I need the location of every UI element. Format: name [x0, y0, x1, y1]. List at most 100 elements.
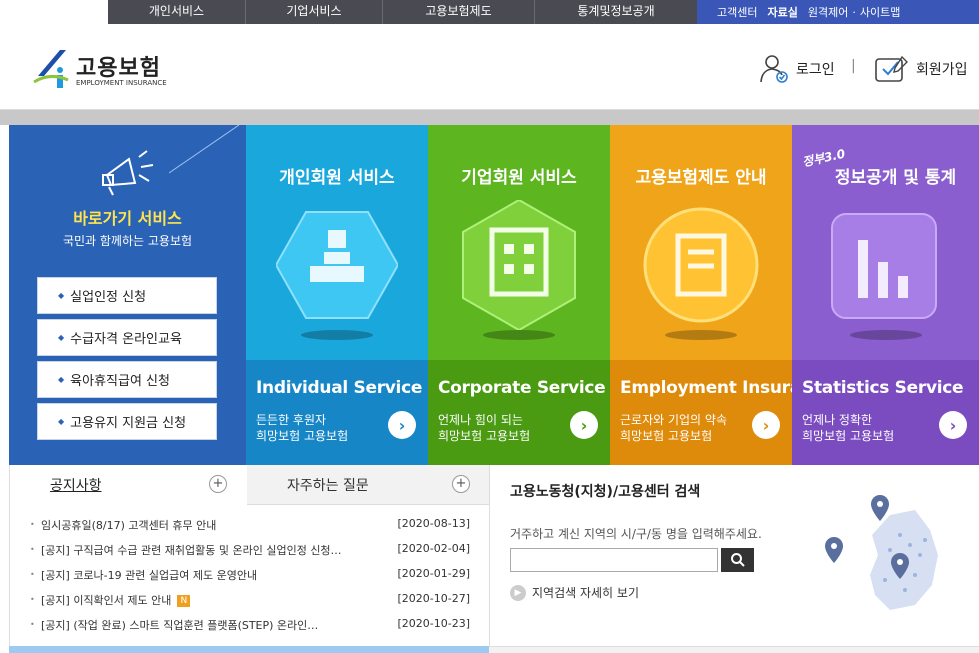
notice-item[interactable]: • [공지] (작업 완료) 스마트 직업훈련 플랫폼(STEP) 온라인… […: [30, 617, 470, 642]
auth-separator: |: [851, 58, 856, 74]
notice-item[interactable]: • [공지] 코로나-19 관련 실업급여 제도 운영안내 [2020-01-2…: [30, 567, 470, 592]
tab-notice[interactable]: 공지사항 +: [10, 465, 247, 505]
quick-btn-online-education[interactable]: ◆ 수급자격 온라인교육: [37, 319, 217, 356]
quick-btn-unemployment-cert[interactable]: ◆ 실업인정 신청: [37, 277, 217, 314]
service-desc-2: 희망보험 고용보험: [802, 429, 895, 443]
notice-title: [공지] 코로나-19 관련 실업급여 제도 운영안내: [41, 569, 258, 582]
plus-icon[interactable]: +: [209, 475, 227, 493]
bullet-icon: •: [30, 620, 35, 629]
notice-title: [공지] (작업 완료) 스마트 직업훈련 플랫폼(STEP) 온라인…: [41, 619, 319, 632]
main-menu: 개인서비스 기업서비스 고용보험제도 통계및정보공개: [108, 0, 697, 24]
service-en-title: Statistics Service: [802, 378, 964, 398]
service-desc-2: 희망보험 고용보험: [438, 429, 531, 443]
notice-item[interactable]: • 임시공휴일(8/17) 고객센터 휴무 안내 [2020-08-13]: [30, 517, 470, 542]
detail-search-label: 지역검색 자세히 보기: [532, 586, 639, 600]
service-title: 개인회원 서비스: [279, 168, 395, 188]
search-title: 고용노동청(지청)/고용센터 검색: [510, 484, 701, 500]
quick-btn-employment-retention[interactable]: ◆ 고용유지 지원금 신청: [37, 403, 217, 440]
bottom-strip: [9, 646, 979, 653]
service-title: 기업회원 서비스: [461, 168, 577, 188]
bullet-icon: •: [30, 595, 35, 604]
service-tile-statistics[interactable]: 정보공개 및 통계 정부3.0 Statistics Service 언제나 정…: [792, 125, 979, 465]
quick-btn-label: 육아휴직급여 신청: [70, 374, 170, 389]
korea-map-icon: [825, 495, 938, 610]
quick-title: 바로가기 서비스: [73, 209, 182, 228]
building-hexagon-icon: [462, 200, 576, 330]
service-desc-2: 희망보험 고용보험: [256, 429, 349, 443]
diamond-bullet-icon: ◆: [58, 417, 65, 426]
chevron-right-icon[interactable]: ›: [752, 411, 780, 439]
service-desc-1: 언제나 힘이 되는: [438, 413, 523, 427]
search-button[interactable]: [721, 548, 754, 572]
service-title: 정보공개 및 통계: [834, 168, 957, 188]
decor-line: [169, 125, 240, 174]
service-desc-2: 희망보험 고용보험: [620, 429, 713, 443]
tab-faq-label: 자주하는 질문: [287, 478, 369, 494]
join-label: 회원가입: [916, 62, 968, 78]
login-label: 로그인: [796, 62, 835, 78]
join-link[interactable]: 회원가입: [874, 54, 968, 84]
bottom-strip-gray: [489, 646, 979, 653]
chevron-right-icon[interactable]: ›: [570, 411, 598, 439]
notice-board: 공지사항 + 자주하는 질문 + • 임시공휴일(8/17) 고객센터 휴무 안…: [9, 465, 490, 653]
quick-btn-label: 실업인정 신청: [70, 290, 147, 305]
util-sitemap[interactable]: 사이트맵: [860, 4, 900, 20]
menu-personal[interactable]: 개인서비스: [108, 0, 246, 24]
icon-shadow: [850, 330, 922, 340]
notice-date: [2020-02-04]: [397, 542, 470, 555]
quick-btn-parental-leave[interactable]: ◆ 육아휴직급여 신청: [37, 361, 217, 398]
notice-item[interactable]: • [공지] 이직확인서 제도 안내 N [2020-10-27]: [30, 592, 470, 617]
diamond-bullet-icon: ◆: [58, 291, 65, 300]
menu-corporate[interactable]: 기업서비스: [246, 0, 383, 24]
service-tile-individual[interactable]: 개인회원 서비스 Individual Service 든든한 후원자 희망보험…: [246, 125, 428, 465]
tab-faq[interactable]: 자주하는 질문 +: [247, 465, 490, 505]
menu-insurance-system[interactable]: 고용보험제도: [383, 0, 535, 24]
service-tile-insurance[interactable]: 고용보험제도 안내 Employment Insurance 근로자와 기업의 …: [610, 125, 792, 465]
util-dot: ·: [852, 5, 856, 19]
chevron-right-icon[interactable]: ›: [388, 411, 416, 439]
bottom-strip-blue: [9, 646, 489, 653]
service-lower: Employment Insurance 근로자와 기업의 약속 희망보험 고용…: [610, 360, 792, 465]
util-customer-center[interactable]: 고객센터: [717, 4, 757, 20]
notice-title: 임시공휴일(8/17) 고객센터 휴무 안내: [41, 519, 217, 532]
bullet-icon: •: [30, 520, 35, 529]
bar-chart-square-icon: [831, 213, 937, 319]
top-nav: 개인서비스 기업서비스 고용보험제도 통계및정보공개 고객센터 자료실 원격제어…: [0, 0, 979, 24]
new-badge: N: [177, 595, 191, 607]
person-hexagon-icon: [276, 211, 398, 319]
quick-service-panel: 바로가기 서비스 국민과 함께하는 고용보험 ◆ 실업인정 신청 ◆ 수급자격 온라…: [9, 125, 246, 465]
logo-text-en: EMPLOYMENT INSURANCE: [76, 79, 167, 87]
notice-title: [공지] 구직급여 수급 관련 재취업활동 및 온라인 실업인정 신청…: [41, 544, 342, 557]
region-search-input[interactable]: [510, 548, 718, 572]
service-desc-1: 든든한 후원자: [256, 413, 327, 427]
megaphone-icon: [102, 150, 154, 196]
quick-subtitle: 국민과 함께하는 고용보험: [62, 234, 193, 248]
menu-statistics[interactable]: 통계및정보공개: [535, 0, 697, 24]
bullet-icon: •: [30, 570, 35, 579]
bullet-icon: •: [30, 545, 35, 554]
login-link[interactable]: 로그인: [758, 54, 835, 84]
quick-btn-label: 수급자격 온라인교육: [70, 332, 182, 347]
util-remote-control[interactable]: 원격제어: [808, 4, 848, 20]
detail-search-link[interactable]: ▶ 지역검색 자세히 보기: [510, 584, 639, 601]
search-icon: [730, 553, 745, 567]
service-tile-corporate[interactable]: 기업회원 서비스 Corporate Service 언제나 힘이 되는 희망보…: [428, 125, 610, 465]
service-lower: Corporate Service 언제나 힘이 되는 희망보험 고용보험 ›: [428, 360, 610, 465]
user-lock-icon: [760, 55, 788, 83]
util-resources[interactable]: 자료실: [767, 4, 797, 20]
site-logo[interactable]: 고용보험 EMPLOYMENT INSURANCE: [30, 46, 170, 92]
service-title: 고용보험제도 안내: [635, 168, 767, 188]
service-desc-1: 근로자와 기업의 약속: [620, 413, 727, 427]
play-icon: ▶: [510, 584, 526, 601]
service-lower: Statistics Service 언제나 정확한 희망보험 고용보험 ›: [792, 360, 979, 465]
diamond-bullet-icon: ◆: [58, 333, 65, 342]
notice-date: [2020-01-29]: [397, 567, 470, 580]
chevron-right-icon[interactable]: ›: [939, 411, 967, 439]
plus-icon[interactable]: +: [452, 475, 470, 493]
service-desc-1: 언제나 정확한: [802, 413, 873, 427]
notice-date: [2020-10-27]: [397, 592, 470, 605]
search-hint: 거주하고 계신 지역의 시/구/동 명을 입력해주세요.: [510, 527, 762, 541]
header-divider-stripe: [0, 110, 979, 125]
notice-item[interactable]: • [공지] 구직급여 수급 관련 재취업활동 및 온라인 실업인정 신청… […: [30, 542, 470, 567]
join-check-icon: [875, 55, 908, 82]
